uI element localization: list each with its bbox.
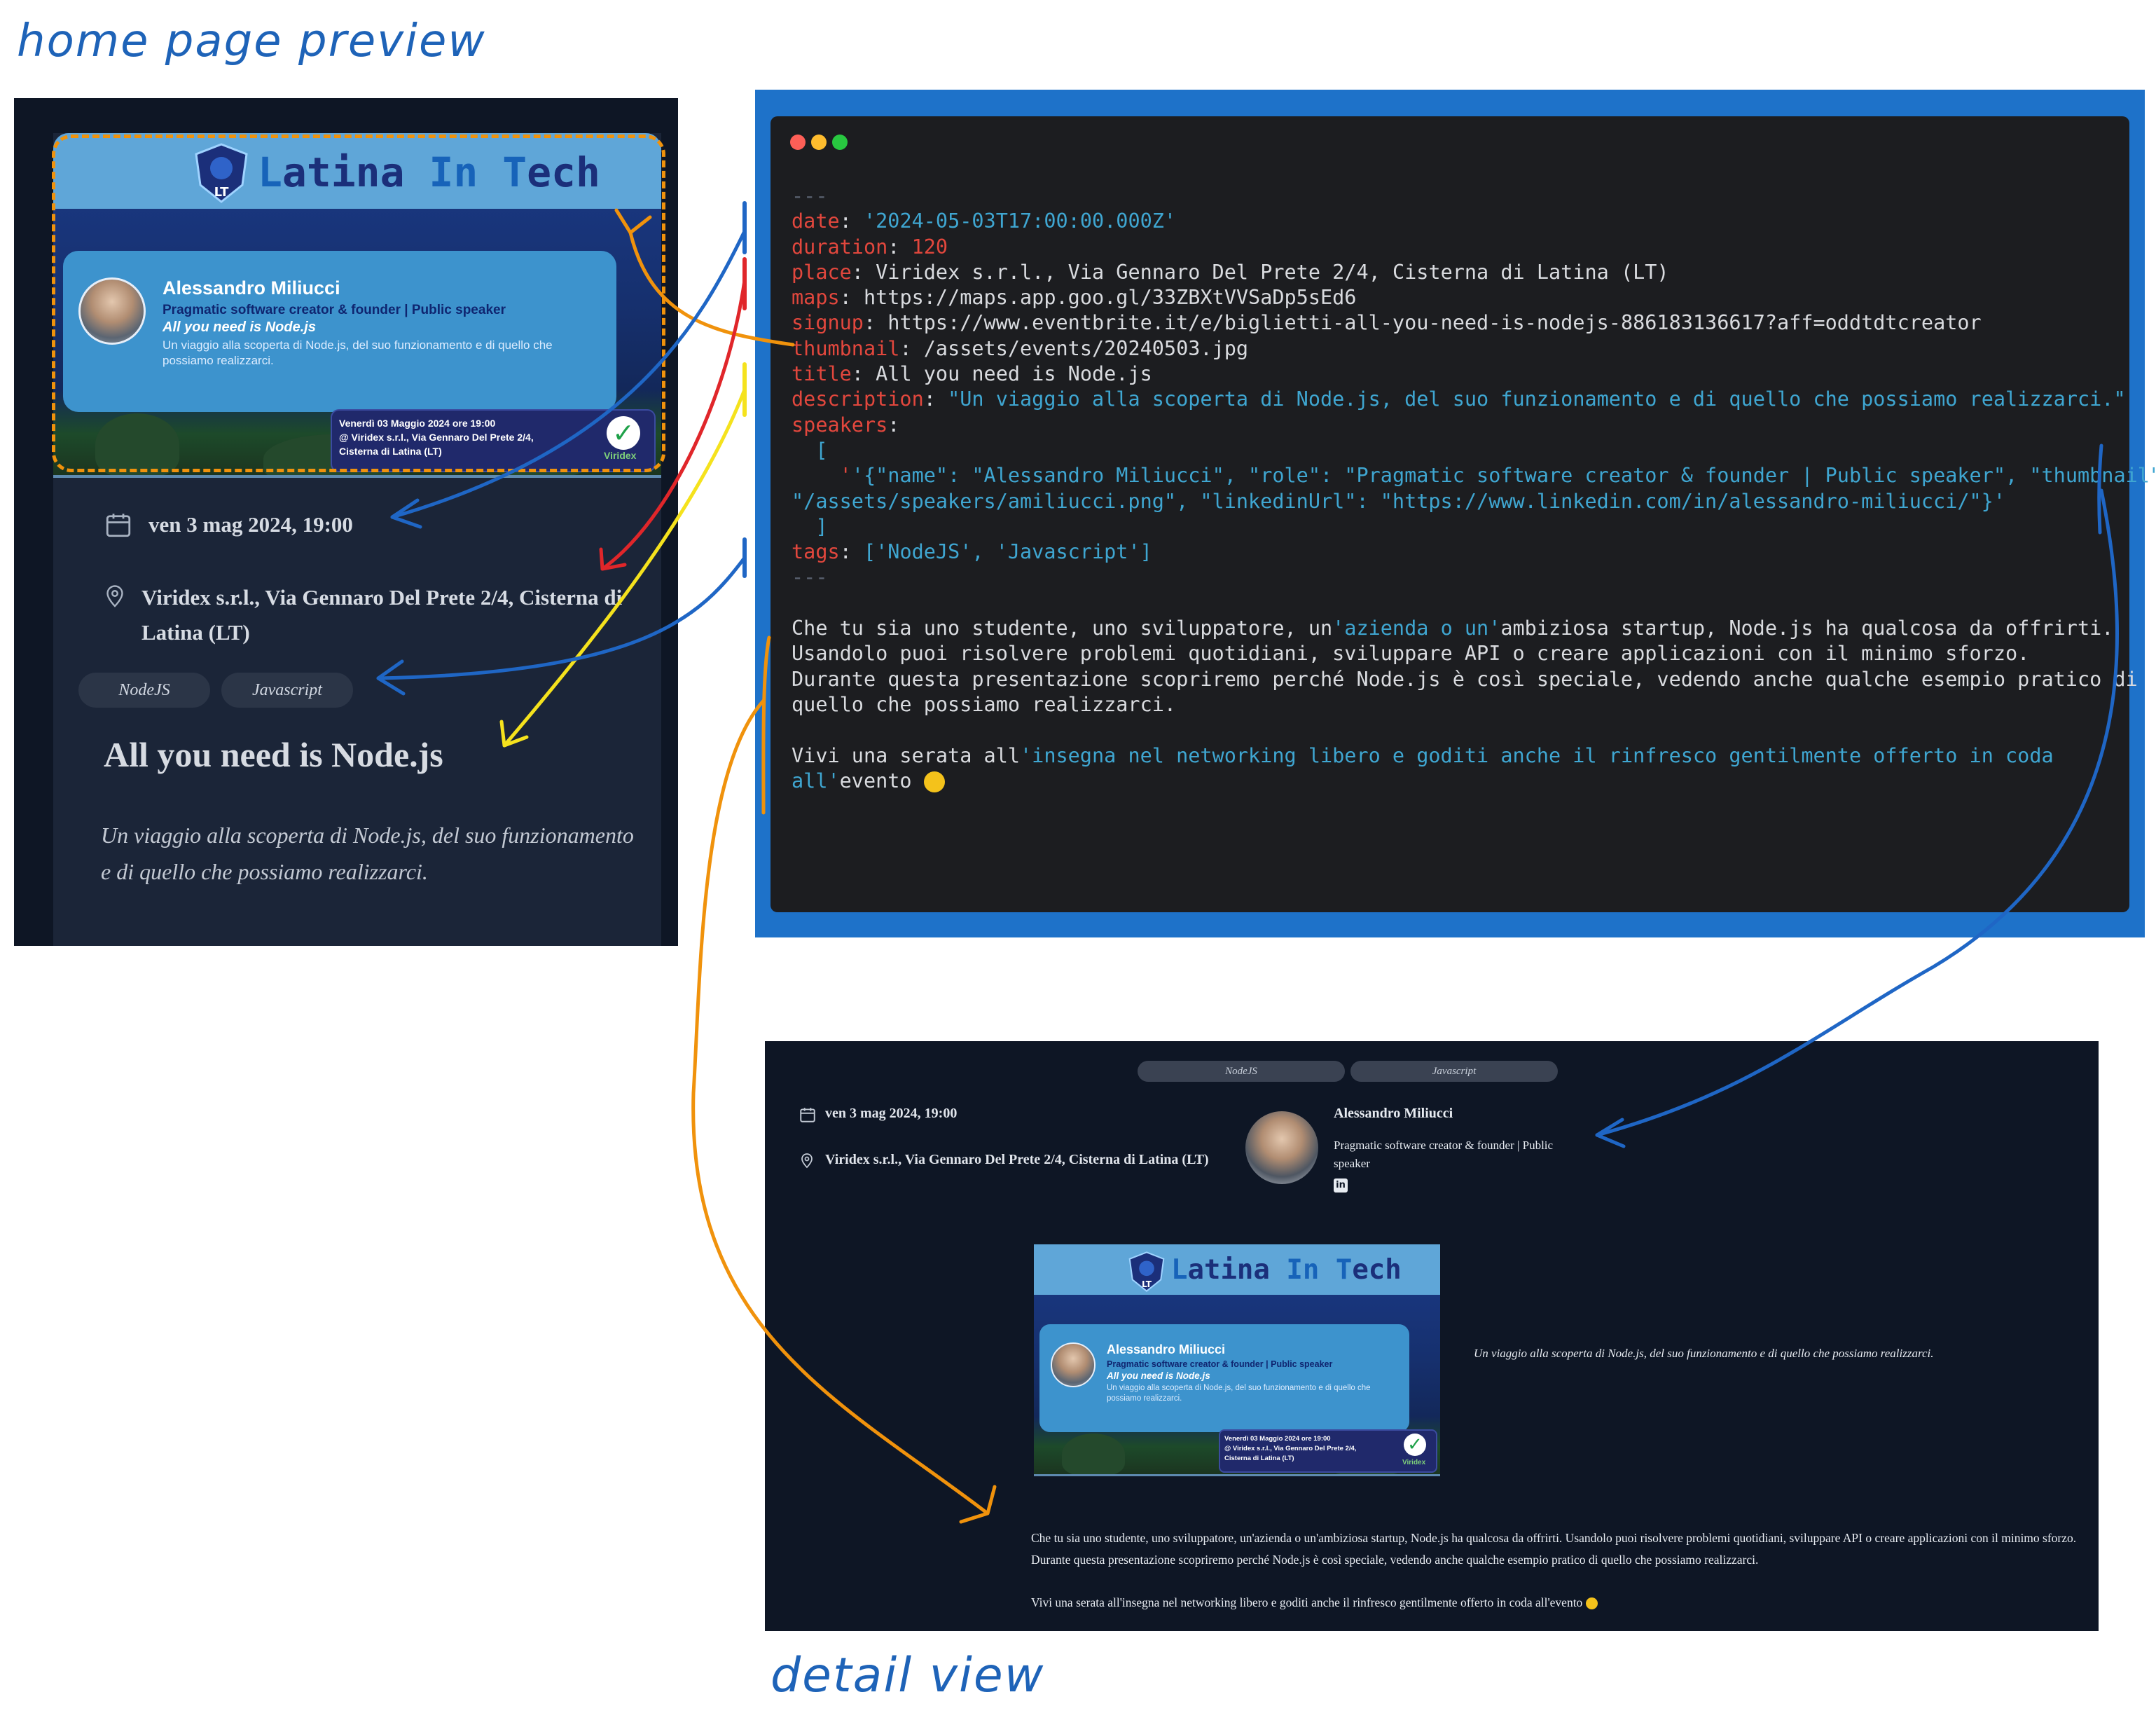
annotation-arrows	[376, 201, 2119, 1524]
